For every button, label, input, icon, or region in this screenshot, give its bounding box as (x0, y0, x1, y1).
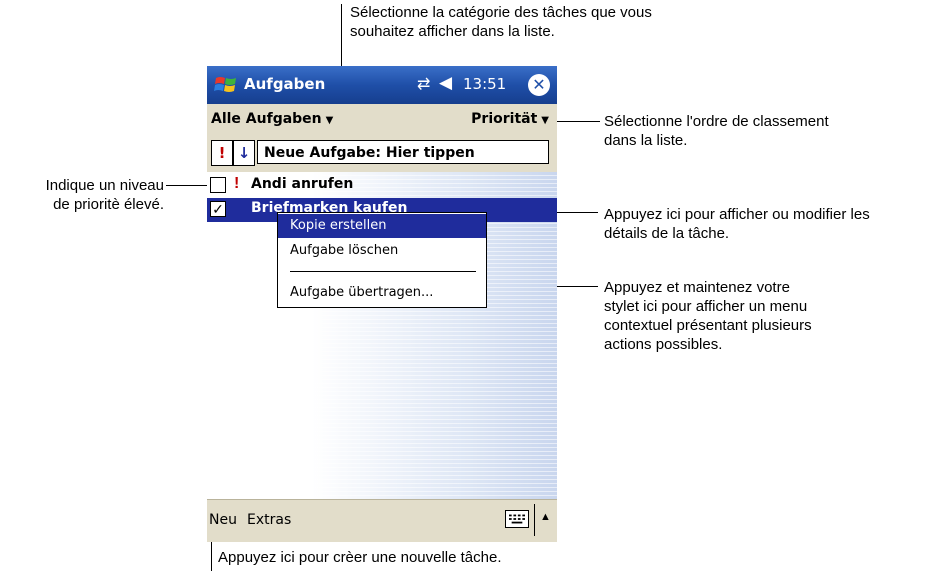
task-list: ! Andi anrufen ✓ Briefmarken kaufen Kopi… (207, 172, 557, 499)
pocketpc-screen: Aufgaben ⇄ ◀ 13:51 ✕ Alle Aufgaben ▼ Prio… (207, 66, 557, 542)
sort-dropdown[interactable]: Priorität ▼ (471, 111, 549, 127)
annotation-priority: Indique un niveau de prioritè élevé. (45, 177, 164, 213)
sort-order-button[interactable]: ↓ (233, 140, 255, 166)
menu-item-beam[interactable]: Aufgabe übertragen... (278, 281, 486, 305)
entry-bar: ! ↓ Neue Aufgabe: Hier tippen (207, 134, 557, 172)
connectivity-icon[interactable]: ⇄ (417, 74, 430, 94)
annotation-details: Appuyez ici pour afficher ou modifier le… (604, 206, 870, 242)
tools-menu[interactable]: Extras (247, 512, 291, 528)
volume-icon[interactable]: ◀ (439, 73, 452, 93)
keyboard-icon[interactable] (505, 510, 529, 528)
task-checkbox[interactable]: ✓ (210, 201, 226, 217)
chevron-down-icon: ▼ (541, 115, 549, 126)
priority-button[interactable]: ! (211, 140, 233, 166)
annotation-hold: Appuyez et maintenez votre stylet ici po… (604, 279, 812, 353)
chevron-up-icon[interactable]: ▲ (540, 511, 551, 523)
close-icon[interactable]: ✕ (528, 74, 550, 96)
annotation-category: Sélectionne la catégorie des tâches que … (350, 4, 652, 40)
new-task-input[interactable]: Neue Aufgabe: Hier tippen (257, 140, 549, 164)
menu-bar: Neu Extras ▲ (207, 499, 557, 542)
chevron-down-icon: ▼ (325, 115, 334, 126)
task-title: Andi anrufen (251, 176, 354, 192)
high-priority-icon: ! (234, 175, 240, 192)
clock-time[interactable]: 13:51 (463, 75, 506, 93)
menu-item-copy[interactable]: Kopie erstellen (278, 214, 486, 238)
annotation-sort: Sélectionne l'ordre de classement dans l… (604, 113, 829, 149)
title-bar: Aufgaben ⇄ ◀ 13:51 ✕ (207, 66, 557, 104)
menu-separator (290, 271, 476, 272)
new-button[interactable]: Neu (209, 512, 237, 528)
context-menu: Kopie erstellen Aufgabe löschen Aufgabe … (277, 212, 487, 308)
app-title: Aufgaben (244, 75, 326, 93)
divider (534, 504, 535, 536)
task-row[interactable]: ! Andi anrufen (207, 174, 557, 198)
annotation-new: Appuyez ici pour crèer une nouvelle tâch… (218, 549, 502, 566)
task-checkbox[interactable] (210, 177, 226, 193)
filter-bar: Alle Aufgaben ▼ Priorität ▼ (207, 104, 557, 134)
windows-flag-icon[interactable] (213, 73, 239, 97)
menu-item-delete[interactable]: Aufgabe löschen (278, 239, 486, 263)
category-dropdown[interactable]: Alle Aufgaben ▼ (211, 111, 333, 127)
